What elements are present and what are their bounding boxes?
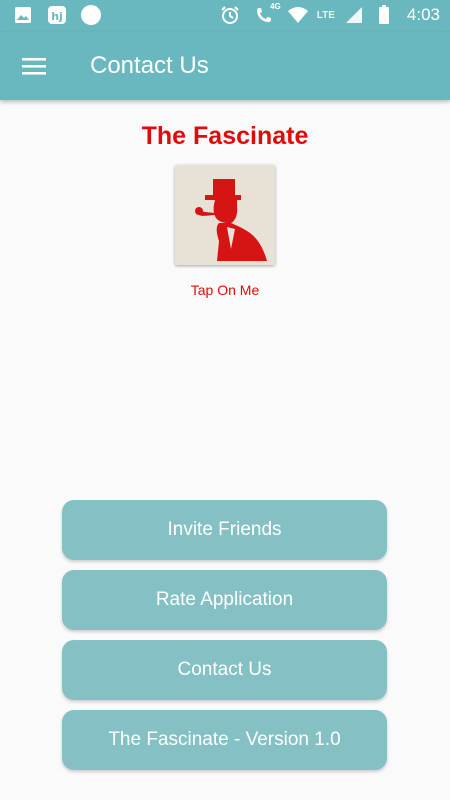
page-title: Contact Us	[90, 52, 209, 79]
lte-label: LTE	[316, 9, 335, 21]
contact-us-button[interactable]: Contact Us	[62, 640, 387, 700]
tap-on-me-link[interactable]: Tap On Me	[0, 282, 450, 298]
alarm-icon	[219, 4, 241, 26]
invite-friends-button[interactable]: Invite Friends	[62, 500, 387, 560]
status-bar: hj 4G LTE 4:03	[0, 0, 450, 32]
hj-app-label: hj	[51, 10, 63, 23]
hamburger-menu-icon[interactable]	[16, 50, 52, 82]
battery-icon	[373, 4, 395, 26]
wifi-icon	[287, 4, 309, 26]
hj-app-icon: hj	[46, 4, 68, 26]
status-time: 4:03	[406, 5, 440, 24]
image-icon	[12, 4, 34, 26]
version-button[interactable]: The Fascinate - Version 1.0	[62, 710, 387, 770]
app-bar: Contact Us	[0, 32, 450, 100]
circle-icon	[80, 4, 102, 26]
brand-title: The Fascinate	[141, 122, 309, 150]
signal-icon	[343, 4, 365, 26]
network-type-label: 4G	[270, 2, 281, 11]
gentleman-silhouette-logo[interactable]	[175, 165, 275, 265]
call-icon: 4G	[249, 2, 281, 26]
rate-application-button[interactable]: Rate Application	[62, 570, 387, 630]
